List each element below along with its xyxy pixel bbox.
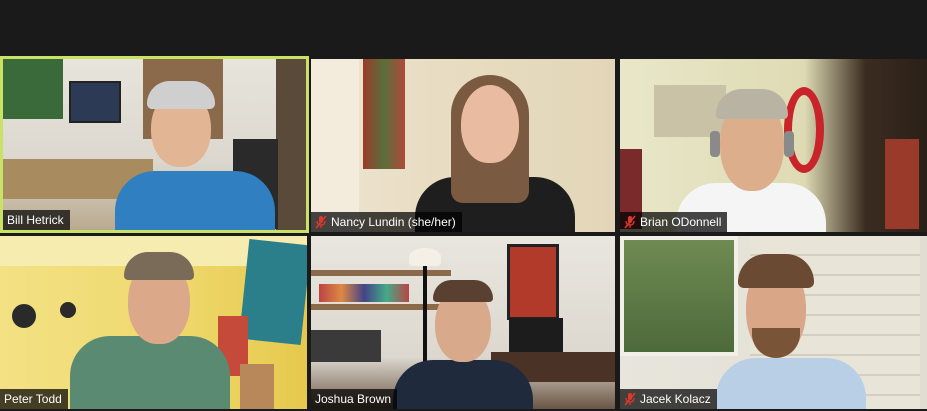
participant-nameplate: Joshua Brown <box>311 389 398 409</box>
participant-name: Peter Todd <box>4 392 62 406</box>
video-feed <box>620 59 927 232</box>
participant-name: Nancy Lundin (she/her) <box>331 215 456 229</box>
microphone-muted-icon <box>624 215 636 229</box>
video-feed <box>0 236 307 409</box>
participant-nameplate: Nancy Lundin (she/her) <box>311 212 462 232</box>
video-feed <box>620 236 927 409</box>
participant-nameplate: Bill Hetrick <box>3 210 70 230</box>
participant-nameplate: Jacek Kolacz <box>620 389 717 409</box>
video-tile-joshua-brown[interactable]: Joshua Brown <box>311 236 615 409</box>
video-tile-peter-todd[interactable]: Peter Todd <box>0 236 307 409</box>
video-feed <box>311 236 615 409</box>
participant-nameplate: Peter Todd <box>0 389 68 409</box>
microphone-muted-icon <box>624 392 636 406</box>
video-feed <box>311 59 615 232</box>
participant-name: Bill Hetrick <box>7 213 64 227</box>
video-tile-bill-hetrick[interactable]: Bill Hetrick <box>0 56 309 233</box>
microphone-muted-icon <box>315 215 327 229</box>
participant-name: Jacek Kolacz <box>640 392 711 406</box>
participant-name: Joshua Brown <box>315 392 392 406</box>
video-tile-nancy-lundin[interactable]: Nancy Lundin (she/her) <box>311 59 615 232</box>
video-tile-brian-odonnell[interactable]: Brian ODonnell <box>620 59 927 232</box>
participant-nameplate: Brian ODonnell <box>620 212 728 232</box>
participant-name: Brian ODonnell <box>640 215 722 229</box>
video-feed <box>3 59 306 230</box>
video-tile-jacek-kolacz[interactable]: Jacek Kolacz <box>620 236 927 409</box>
